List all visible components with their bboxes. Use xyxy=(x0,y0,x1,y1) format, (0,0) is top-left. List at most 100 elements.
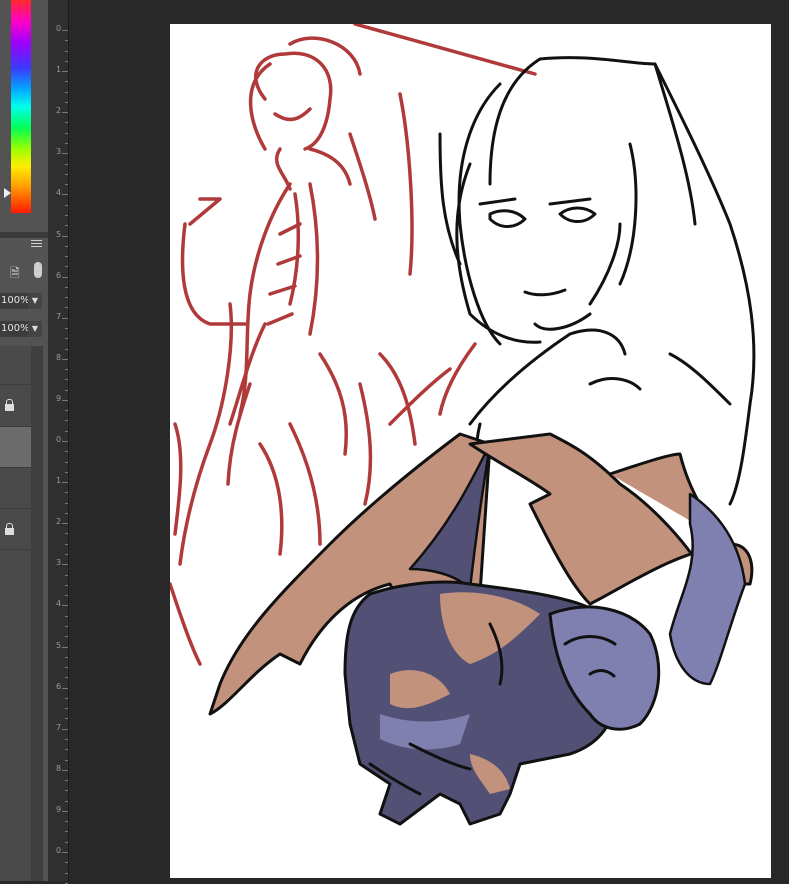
ruler-tick xyxy=(65,132,68,134)
ruler-tick xyxy=(62,194,68,196)
layer-row[interactable] xyxy=(0,468,31,509)
ruler-tick xyxy=(65,348,68,350)
ruler-tick xyxy=(65,471,68,473)
ruler-tick xyxy=(65,327,68,329)
ruler-tick xyxy=(62,523,68,525)
ruler-label: 8 xyxy=(56,763,62,773)
ruler-tick xyxy=(62,235,68,237)
ruler-tick xyxy=(65,81,68,83)
ruler-tick xyxy=(65,451,68,453)
ruler-tick xyxy=(65,225,68,227)
ruler-label: 6 xyxy=(56,681,62,691)
ruler-tick xyxy=(65,708,68,710)
ruler-tick xyxy=(65,595,68,597)
ruler-label: 2 xyxy=(56,106,62,116)
ruler-tick xyxy=(65,492,68,494)
ruler-tick xyxy=(62,112,68,114)
ruler-tick xyxy=(62,399,68,401)
ruler-tick xyxy=(65,461,68,463)
panel-menu-icon[interactable] xyxy=(31,240,42,249)
hue-color-ramp[interactable] xyxy=(11,0,31,213)
ruler-tick xyxy=(65,749,68,751)
ruler-tick xyxy=(65,307,68,309)
ruler-tick xyxy=(62,317,68,319)
lock-icon xyxy=(5,523,14,536)
ruler-label: 3 xyxy=(56,147,62,157)
ruler-label: 4 xyxy=(56,599,62,609)
file-lock-icon[interactable]: 🗎 xyxy=(10,266,23,280)
hue-slider-marker-icon[interactable] xyxy=(4,188,11,198)
ruler-label: 9 xyxy=(56,393,62,403)
ruler-label: 2 xyxy=(56,517,62,527)
ruler-tick xyxy=(65,543,68,545)
layers-scrollbar[interactable] xyxy=(31,346,43,881)
ruler-tick xyxy=(62,30,68,31)
ruler-tick xyxy=(65,91,68,93)
ruler-tick xyxy=(65,214,68,216)
ruler-tick xyxy=(65,502,68,504)
ink-girl-figure xyxy=(438,56,756,506)
ruler-tick xyxy=(65,245,68,247)
crouching-body xyxy=(343,580,661,826)
layer-row-selected[interactable] xyxy=(0,427,31,468)
ruler-tick xyxy=(65,163,68,165)
ruler-tick xyxy=(65,872,68,874)
ruler-tick xyxy=(62,153,68,155)
ruler-tick xyxy=(65,697,68,699)
ruler-tick xyxy=(65,410,68,412)
ruler-tick xyxy=(65,266,68,268)
ruler-tick xyxy=(65,718,68,720)
ruler-tick xyxy=(62,728,68,730)
ruler-tick xyxy=(65,184,68,186)
ruler-tick xyxy=(65,625,68,627)
layer-row[interactable] xyxy=(0,385,31,427)
ruler-label: 5 xyxy=(56,640,62,650)
ruler-tick xyxy=(65,512,68,514)
ruler-tick xyxy=(65,286,68,288)
fill-field[interactable]: 100% xyxy=(0,321,28,337)
chevron-down-icon[interactable]: ▼ xyxy=(28,293,42,309)
ruler-tick xyxy=(65,369,68,371)
ruler-tick xyxy=(65,379,68,381)
ruler-tick xyxy=(65,256,68,258)
ruler-tick xyxy=(62,71,68,73)
ruler-label: 0 xyxy=(56,24,62,33)
ruler-tick xyxy=(65,780,68,782)
ruler-tick xyxy=(65,636,68,638)
ruler-label: 0 xyxy=(56,435,62,444)
ruler-tick xyxy=(65,574,68,576)
ruler-tick xyxy=(65,677,68,679)
panel-divider xyxy=(0,232,48,238)
ruler-tick xyxy=(65,656,68,658)
chevron-down-icon[interactable]: ▼ xyxy=(28,321,42,337)
ruler-tick xyxy=(62,810,68,812)
drawing-canvas[interactable] xyxy=(170,24,771,878)
layer-row[interactable] xyxy=(0,509,31,550)
ruler-tick xyxy=(65,584,68,586)
ruler-tick xyxy=(65,101,68,103)
ruler-label: 6 xyxy=(56,270,62,280)
ruler-tick xyxy=(62,276,68,278)
ruler-tick xyxy=(65,790,68,792)
ruler-label: 1 xyxy=(56,476,62,486)
ruler-tick xyxy=(65,554,68,556)
vertical-ruler: 0 1 2 3 4 5 6 7 8 9 0 1 2 3 4 5 6 7 8 9 0 xyxy=(48,0,69,884)
ruler-tick xyxy=(65,204,68,206)
wing-right-lower xyxy=(668,492,747,686)
ruler-tick xyxy=(65,759,68,761)
ruler-tick xyxy=(62,687,68,689)
ruler-tick xyxy=(65,389,68,391)
ruler-tick xyxy=(65,615,68,617)
ruler-tick xyxy=(62,605,68,607)
ruler-tick xyxy=(65,143,68,145)
toggle-icon[interactable] xyxy=(34,262,42,278)
layer-row[interactable] xyxy=(0,346,31,385)
ruler-label: 8 xyxy=(56,352,62,362)
opacity-field[interactable]: 100% xyxy=(0,293,28,309)
ruler-tick xyxy=(62,564,68,566)
ruler-label: 3 xyxy=(56,558,62,568)
ruler-label: 0 xyxy=(56,846,62,855)
ruler-label: 7 xyxy=(56,722,62,732)
ruler-label: 9 xyxy=(56,804,62,814)
ruler-label: 7 xyxy=(56,311,62,321)
